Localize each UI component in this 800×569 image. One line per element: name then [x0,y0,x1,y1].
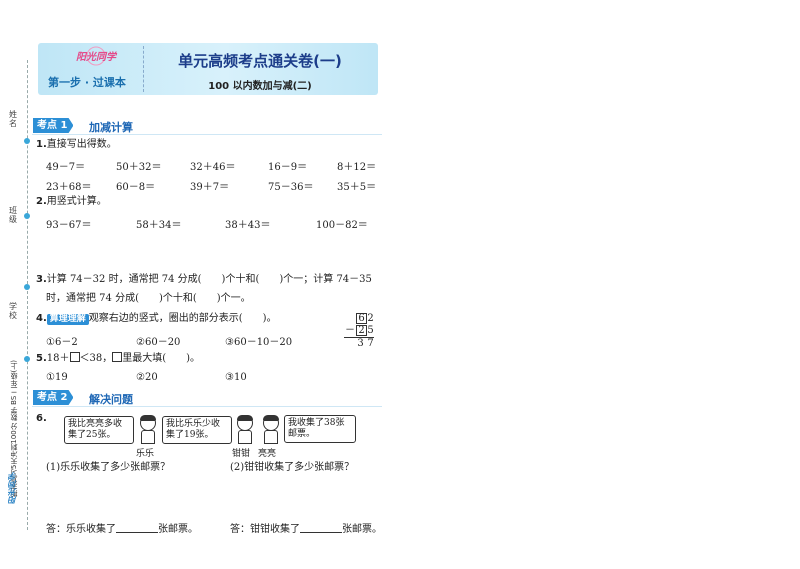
expr: 32＋46＝ [190,162,236,173]
section-rule [32,134,382,135]
child-name: 乐乐 [136,449,155,459]
expr: 60－8＝ [116,182,156,193]
brand-logo: 阳光同学 [76,45,116,67]
question-1: 1.直接写出得数。 [36,139,117,150]
option: ③10 [225,372,247,383]
digit: 5 [367,325,374,336]
expr: 35＋5＝ [337,182,377,193]
header-divider [143,46,144,92]
expr: 39＋7＝ [190,182,230,193]
child-name: 钳钳 [232,449,251,459]
class-label: 班级 [9,206,17,224]
section-rule [32,406,382,407]
binding-line [27,60,28,530]
minus-sign: － [345,325,355,336]
child-figure-icon [234,415,254,444]
child-name: 亮亮 [258,449,277,459]
page-title: 单元高频考点通关卷(一) [178,52,342,70]
expr: 75－36＝ [268,182,314,193]
question-3: 3.计算 74－32 时，通常把 74 分成( )个十和( )个一；计算 74－… [36,274,372,285]
blank-box-icon [112,352,123,362]
question-6: 6. [36,413,47,424]
speech-bubble: 我收集了38张邮票。 [284,415,356,443]
digit: 2 [367,313,374,324]
sub-question-2: (2)钳钳收集了多少张邮票？ [230,462,355,473]
section-tag-2: 考点 2 [33,390,74,405]
logo-text: 阳光同学 [76,52,116,63]
step-label: 第一步 · 过课本 [48,76,126,89]
digit: 7 [367,338,374,349]
section-title-2: 解决问题 [89,393,133,406]
question-3-line2: 时，通常把 74 分成( )个十和( )个一。 [46,293,251,304]
child-figure-icon [260,415,280,444]
question-5: 5.18＋ ＜38， 里最大填( )。 [36,352,201,364]
question-2: 2.用竖式计算。 [36,196,107,207]
answer-line-2: 答：钳钳收集了 张邮票。 [230,523,382,535]
expr: 38＋43＝ [225,220,271,231]
expr: 49－7＝ [46,162,86,173]
section-tag-1: 考点 1 [33,118,74,133]
digit: 3 [357,338,364,349]
expr: 58＋34＝ [136,220,182,231]
expr: 93－67＝ [46,220,92,231]
expr: 100－82＝ [316,220,368,231]
option: ①6－2 [46,337,78,348]
child-figure-icon [137,415,157,444]
expr: 16－9＝ [268,162,308,173]
expr: 23＋68＝ [46,182,92,193]
vertical-calculation: 6 2 － 2 5 3 7 [342,313,382,349]
sub-question-1: (1)乐乐收集了多少张邮票？ [46,462,171,473]
spine: 期末复习5天冲刺100分 数学 BS 二年级(上) 阳光同学 [8,360,23,520]
answer-line-1: 答：乐乐收集了 张邮票。 [46,523,198,535]
expr: 50＋32＝ [116,162,162,173]
binding-dot [24,213,30,219]
option: ③60－10－20 [225,337,293,348]
answer-blank[interactable] [116,523,158,533]
name-label: 姓名 [9,110,17,128]
binding-dot [24,356,30,362]
answer-blank[interactable] [300,523,342,533]
binding-dot [24,138,30,144]
expr: 8＋12＝ [337,162,377,173]
school-label: 学校 [9,302,17,320]
spine-brand-logo: 阳光同学 [8,472,17,504]
section-title-1: 加减计算 [89,121,133,134]
option: ①19 [46,372,68,383]
question-4: 4. 算理理解 观察右边的竖式，圈出的部分表示( )。 [36,313,277,325]
speech-bubble: 我比亮亮多收集了25张。 [64,416,134,444]
speech-bubble: 我比乐乐少收集了19张。 [162,416,232,444]
option: ②60－20 [136,337,181,348]
page-subtitle: 100 以内数加与减(二) [208,81,312,92]
option: ②20 [136,372,158,383]
blank-box-icon [69,352,80,362]
binding-dot [24,284,30,290]
concept-badge: 算理理解 [46,314,89,325]
